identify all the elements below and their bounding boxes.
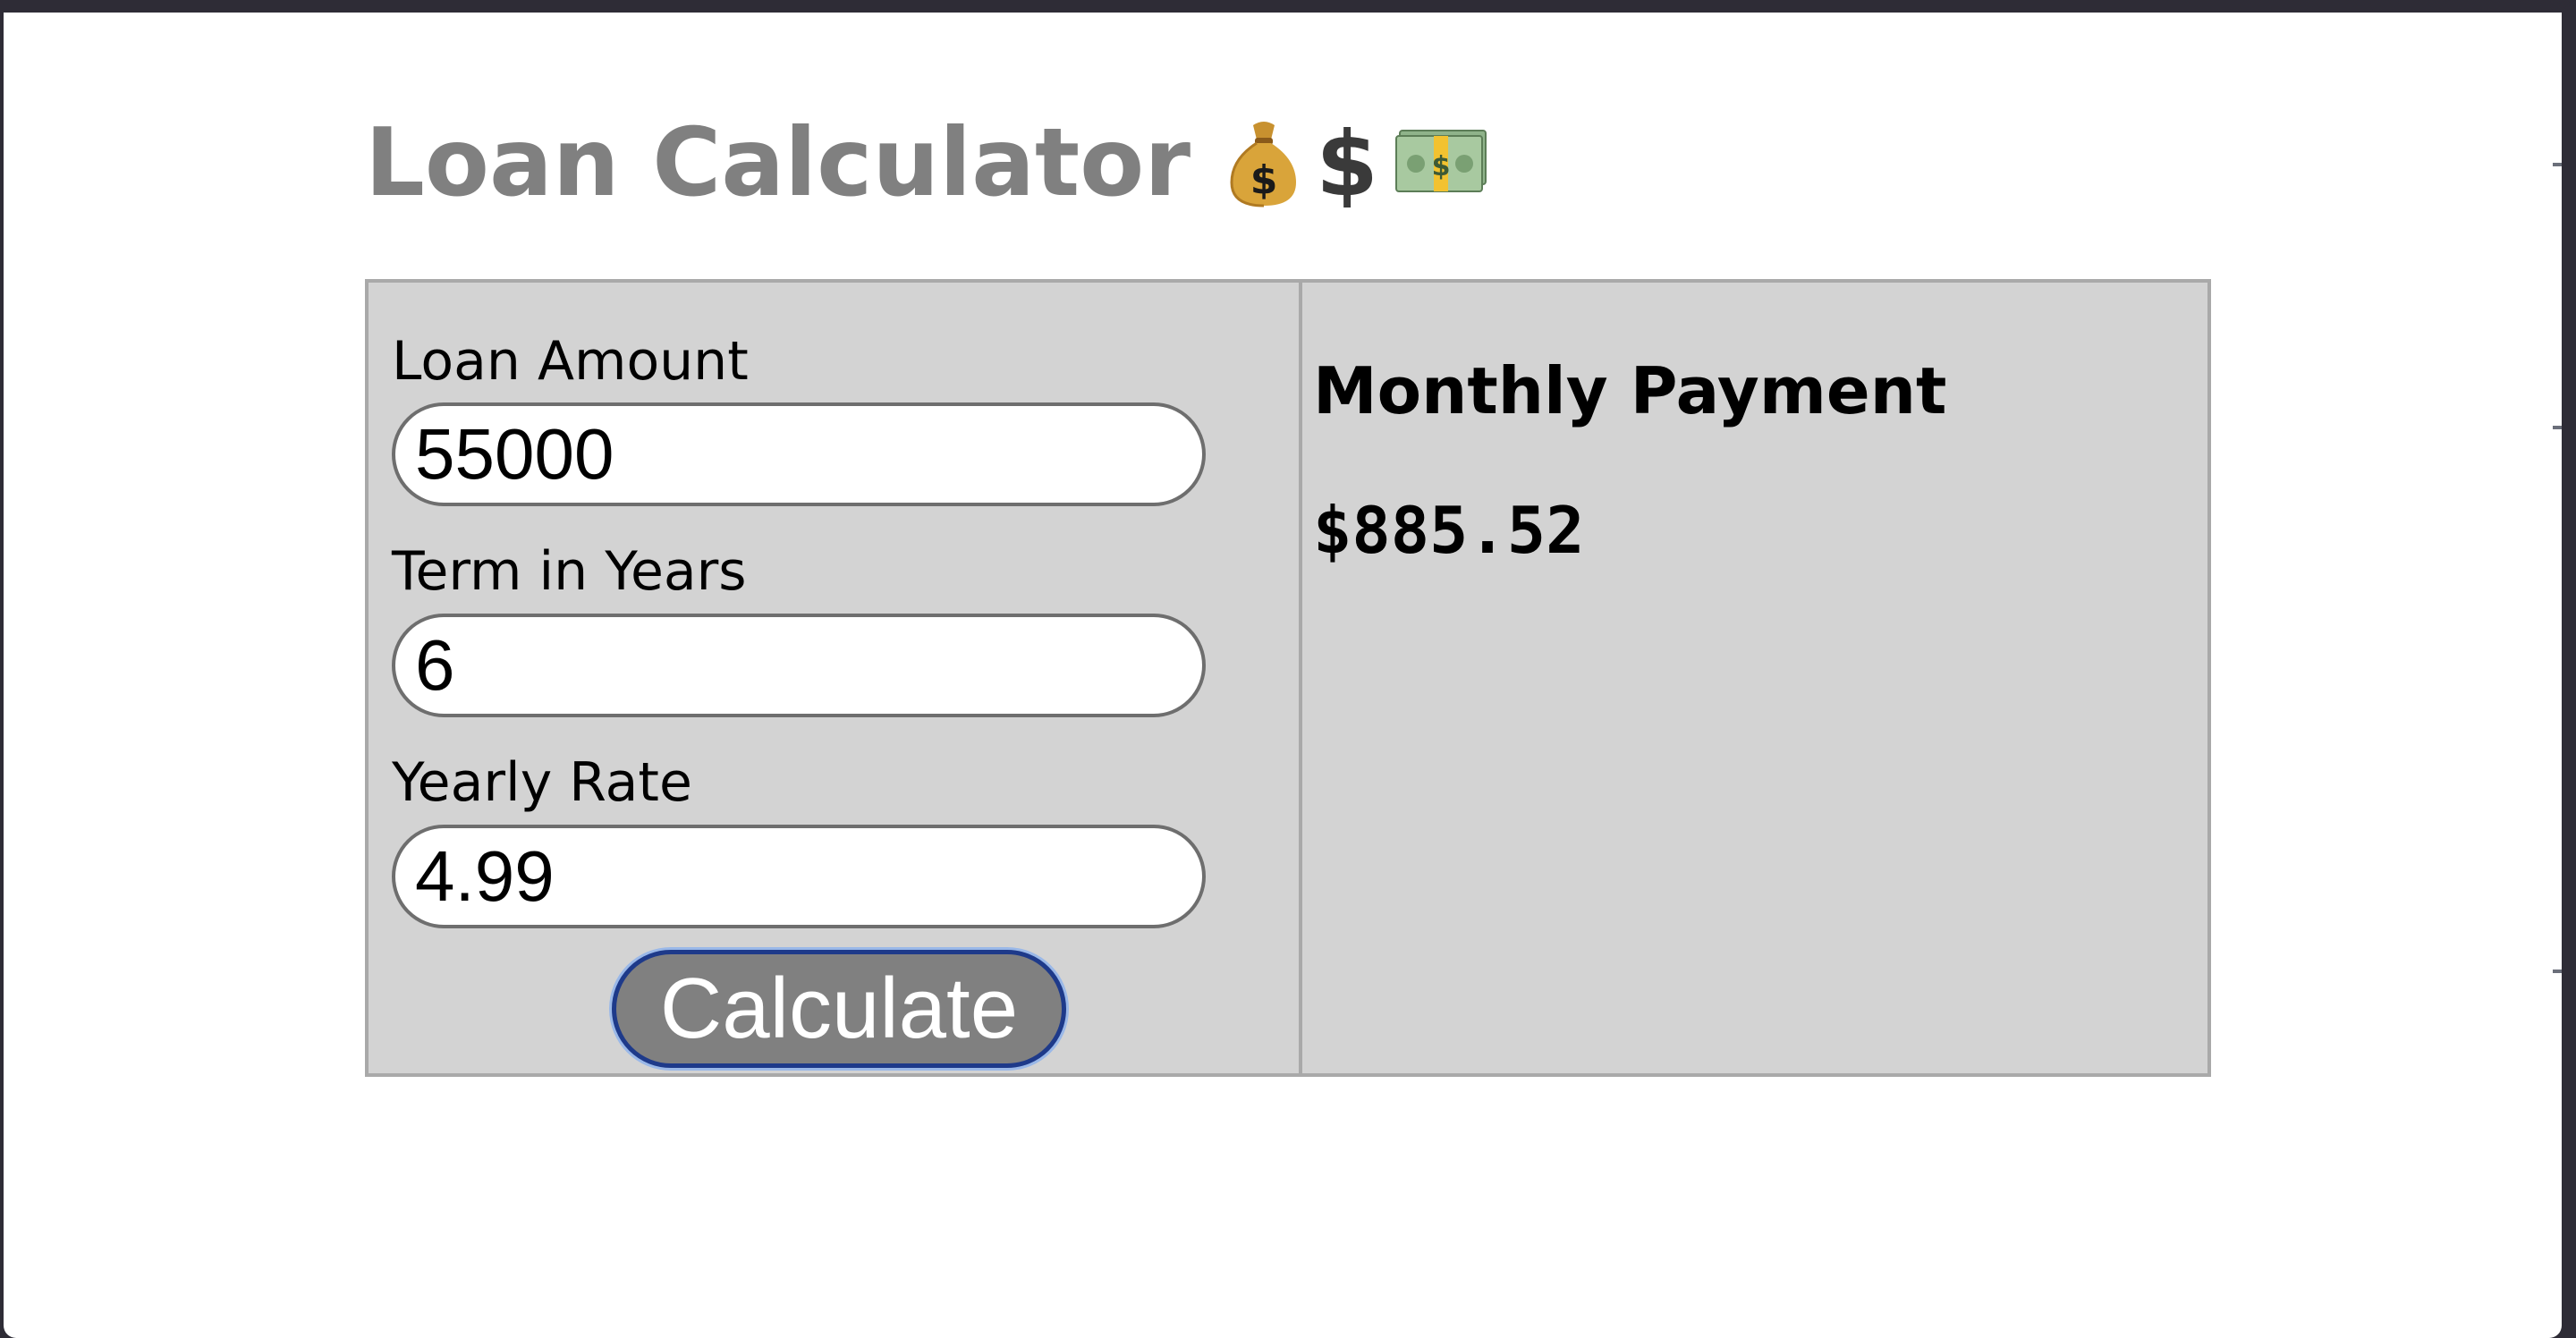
yearly-rate-label: Yearly Rate [392,751,692,814]
loan-amount-label: Loan Amount [392,330,749,393]
svg-text:$: $ [1250,157,1278,203]
title-icons: $ $ $ [1226,116,1489,209]
yearly-rate-input[interactable] [392,825,1206,928]
monthly-payment-value: $885.52 [1313,493,1585,568]
edge-marker [2553,970,2562,973]
page-title: Loan Calculator $ $ $ [365,100,1489,225]
edge-marker [2553,426,2562,429]
loan-form-panel: Loan Amount Term in Years Yearly Rate Ca… [365,279,1302,1077]
loan-calculator: Loan Amount Term in Years Yearly Rate Ca… [365,279,2211,1077]
dollar-sign-icon: $ [1316,118,1378,207]
calculate-button[interactable]: Calculate [612,950,1066,1068]
page-title-text: Loan Calculator [365,108,1191,217]
dollar-banknote-icon: $ [1395,130,1487,192]
loan-amount-input[interactable] [392,402,1206,506]
svg-text:$: $ [1316,118,1378,207]
browser-window: Loan Calculator $ $ $ Loan Amount 55000 … [4,13,2562,1338]
result-panel: Monthly Payment $885.52 [1302,279,2211,1077]
svg-text:$: $ [1432,151,1451,182]
term-years-label: Term in Years [392,540,747,603]
monthly-payment-heading: Monthly Payment [1313,353,1947,428]
edge-marker [2553,163,2562,166]
money-bag-icon: $ [1230,122,1297,207]
term-years-input[interactable] [392,614,1206,717]
